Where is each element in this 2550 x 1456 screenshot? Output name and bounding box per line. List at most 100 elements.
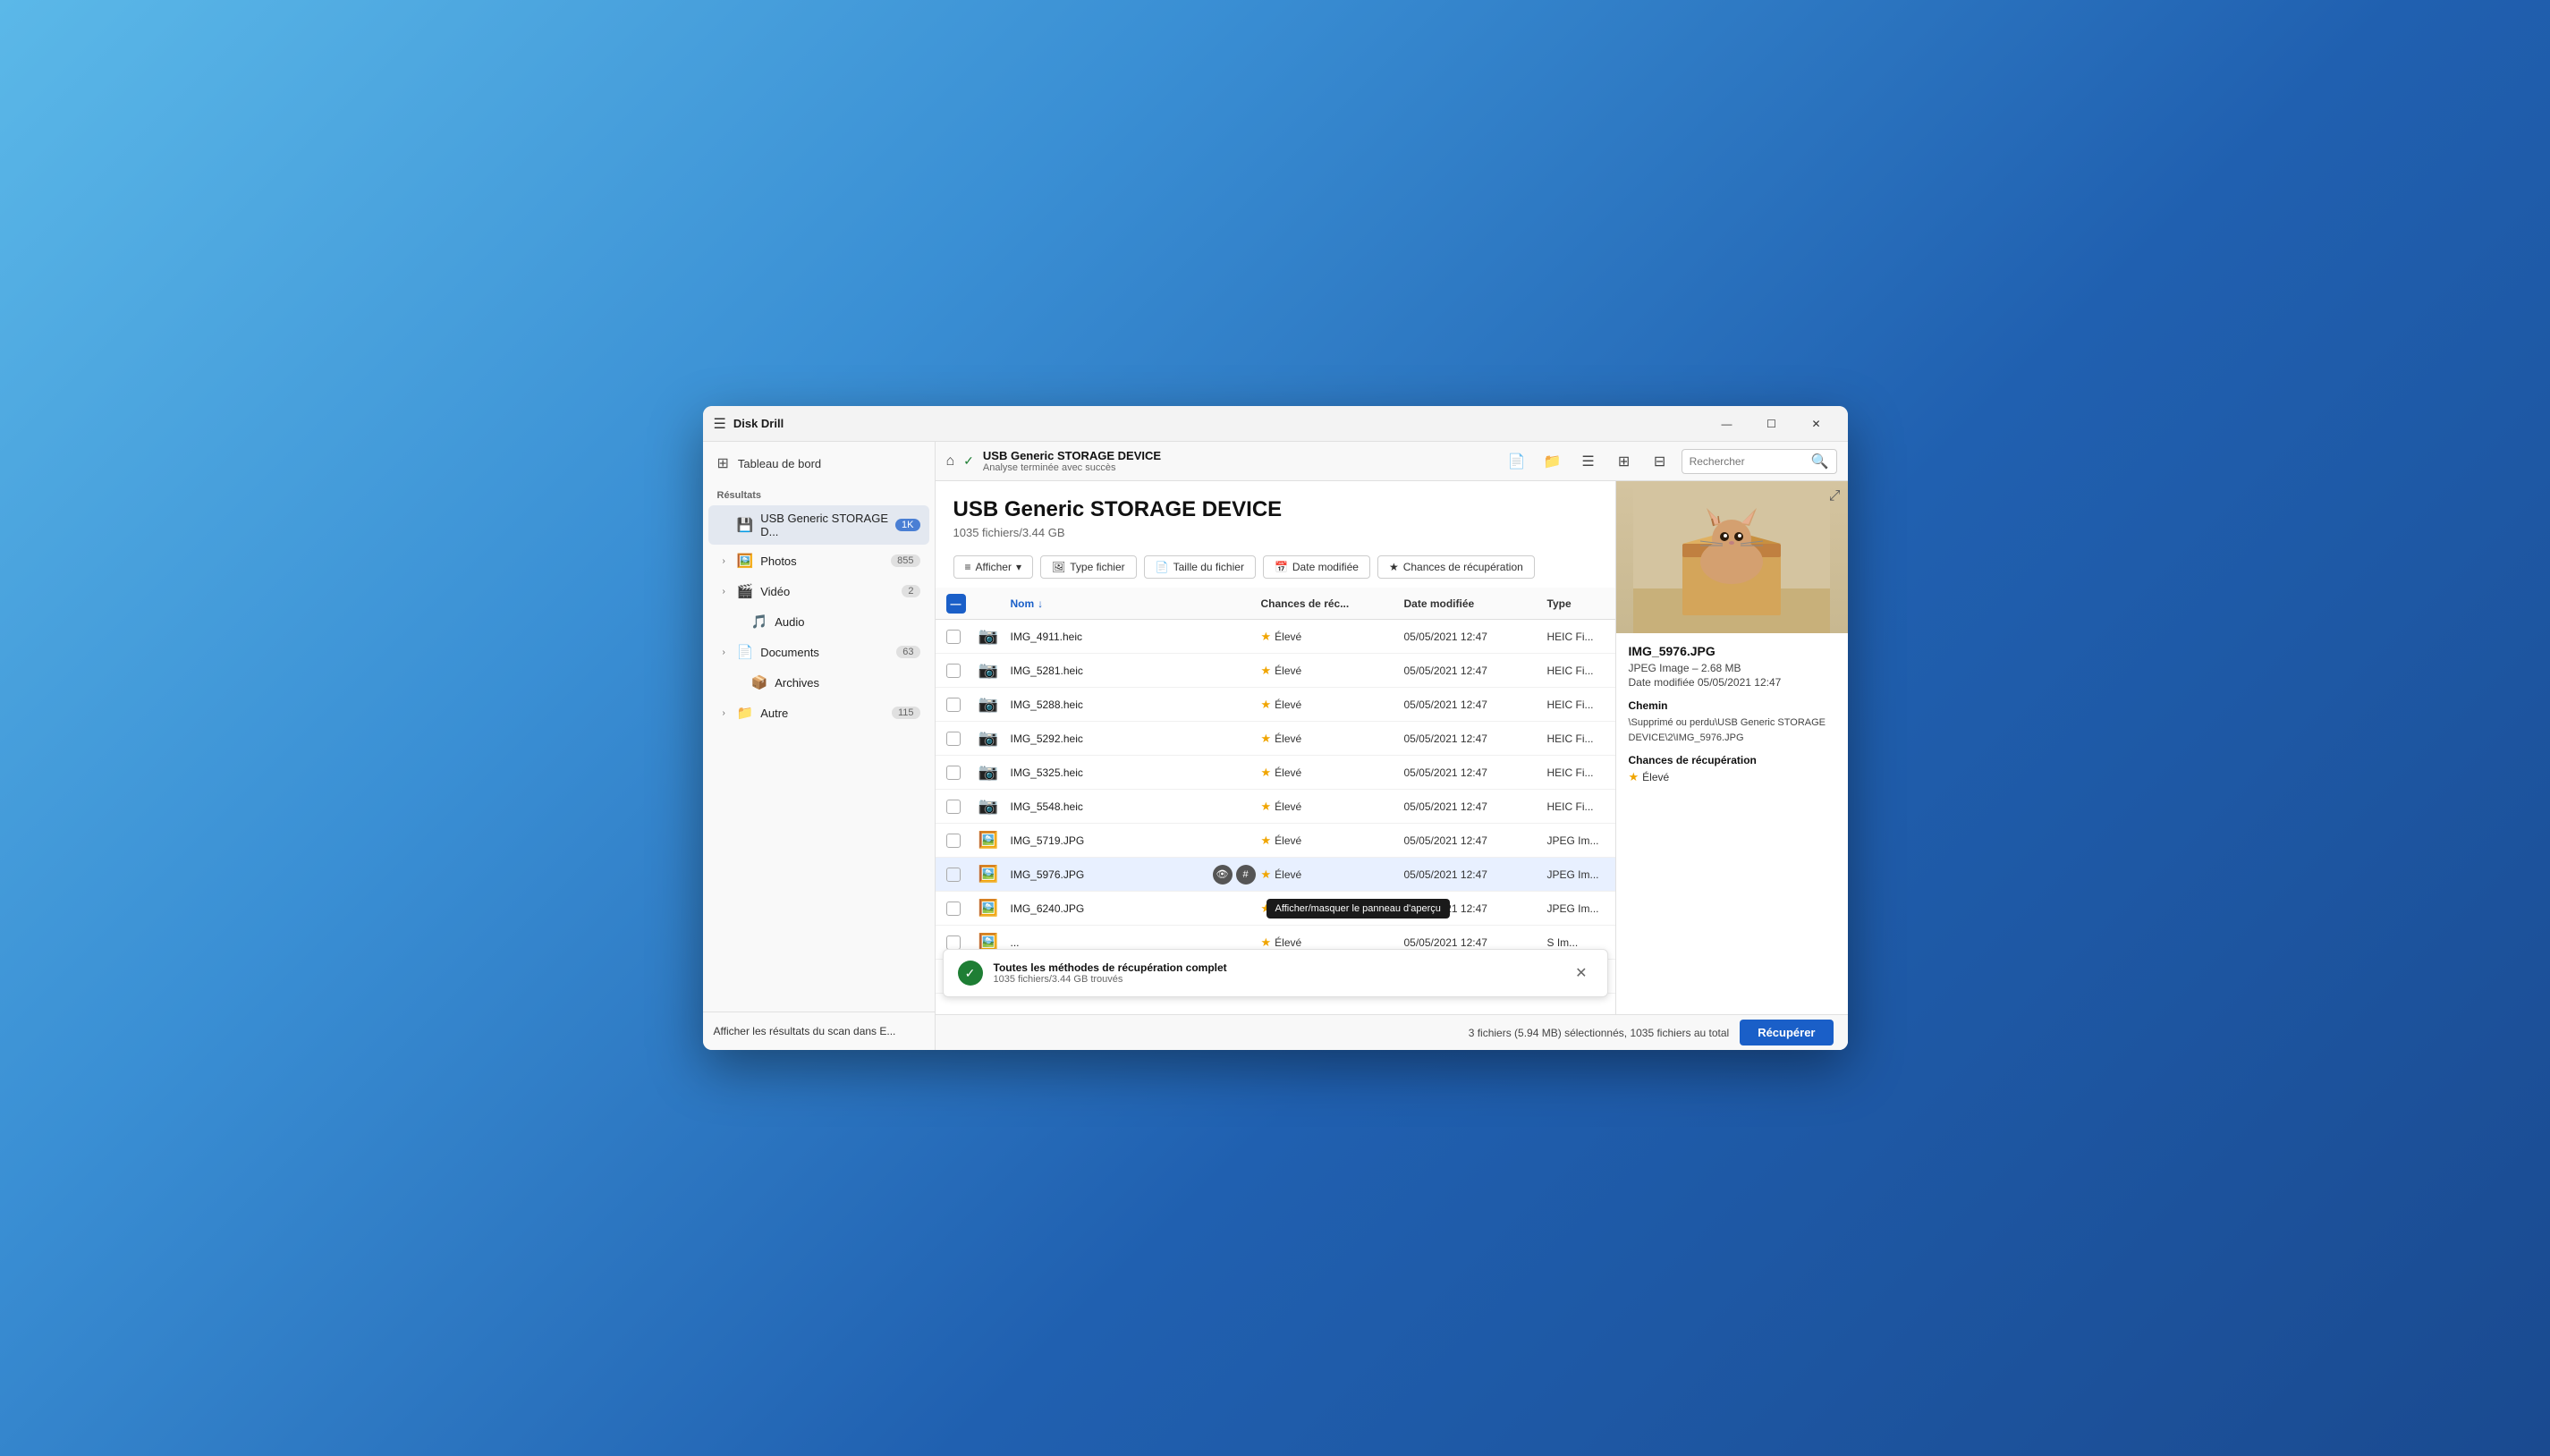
- list-view-button[interactable]: ☰: [1574, 448, 1603, 475]
- expand-arrow-icon: ›: [723, 708, 733, 718]
- preview-filetype: JPEG Image – 2.68 MB: [1629, 662, 1835, 674]
- date-cell: 05/05/2021 12:47: [1404, 902, 1547, 915]
- type-fichier-button[interactable]: 🖼 Type fichier: [1040, 555, 1137, 579]
- taille-fichier-label: Taille du fichier: [1173, 561, 1244, 573]
- sidebar-item-usb[interactable]: 💾 USB Generic STORAGE D... 1K: [708, 505, 929, 545]
- main-layout: ⊞ Tableau de bord Résultats 💾 USB Generi…: [703, 442, 1848, 1050]
- expand-preview-button[interactable]: ⤢: [1829, 488, 1841, 504]
- table-row[interactable]: 🖼️ IMG_5719.JPG ★Élevé 05/05/2021 12:47 …: [936, 824, 1615, 858]
- row-checkbox[interactable]: [946, 935, 961, 950]
- table-row[interactable]: 📷 IMG_5281.heic ★Élevé 05/05/2021 12:47 …: [936, 654, 1615, 688]
- date-cell: 05/05/2021 12:47: [1404, 698, 1547, 711]
- table-row[interactable]: 🖼️ IMG_6240.JPG ★Élevé 05/05/2021 12:47 …: [936, 892, 1615, 926]
- file-type-icon: 📷: [978, 627, 1011, 646]
- date-modifiee-label: Date modifiée: [1292, 561, 1359, 573]
- preview-chemin-value: \Supprimé ou perdu\USB Generic STORAGE D…: [1629, 715, 1835, 745]
- file-type-icon: 📷: [978, 797, 1011, 816]
- sidebar-item-label: Vidéo: [760, 585, 902, 598]
- recovery-text: Élevé: [1642, 771, 1669, 783]
- type-cell: HEIC Fi...: [1547, 732, 1615, 745]
- main-window: ☰ Disk Drill — ☐ ✕ ⊞ Tableau de bord Rés…: [703, 406, 1848, 1050]
- autre-count-badge: 115: [892, 707, 920, 719]
- row-checkbox[interactable]: [946, 664, 961, 678]
- table-row-selected[interactable]: 🖼️ IMG_5976.JPG 👁 # Afficher/masquer le …: [936, 858, 1615, 892]
- chances-recuperation-button[interactable]: ★ Chances de récupération: [1377, 555, 1535, 579]
- sidebar-item-label: Archives: [775, 676, 919, 690]
- star-icon: ★: [1261, 834, 1272, 848]
- file-name: IMG_4911.heic: [1011, 631, 1261, 643]
- th-recovery[interactable]: Chances de réc...: [1261, 597, 1404, 610]
- minimize-button[interactable]: —: [1707, 410, 1748, 438]
- table-row[interactable]: 📷 IMG_5548.heic ★Élevé 05/05/2021 12:47 …: [936, 790, 1615, 824]
- th-type-label: Type: [1547, 597, 1572, 610]
- date-modifiee-button[interactable]: 📅 Date modifiée: [1263, 555, 1370, 579]
- select-all-checkbox[interactable]: [946, 594, 978, 614]
- preview-image: [1616, 481, 1848, 633]
- sidebar-footer: Afficher les résultats du scan dans E...: [703, 1012, 935, 1050]
- file-name: IMG_5281.heic: [1011, 665, 1261, 677]
- file-type-icon: 📷: [978, 763, 1011, 782]
- search-input[interactable]: [1690, 455, 1806, 468]
- type-fichier-label: Type fichier: [1070, 561, 1124, 573]
- hamburger-icon[interactable]: ☰: [714, 415, 726, 433]
- recovery-chance: ★Élevé: [1261, 698, 1404, 712]
- type-cell: JPEG Im...: [1547, 834, 1615, 847]
- new-file-button[interactable]: 📄: [1503, 448, 1531, 475]
- recover-button[interactable]: Récupérer: [1740, 1020, 1833, 1045]
- sidebar-item-autre[interactable]: › 📁 Autre 115: [708, 698, 929, 727]
- content-header: ⌂ ✓ USB Generic STORAGE DEVICE Analyse t…: [936, 442, 1848, 481]
- grid-icon: ⊞: [717, 454, 729, 472]
- notification-close-button[interactable]: ✕: [1570, 962, 1592, 984]
- th-date[interactable]: Date modifiée: [1404, 597, 1547, 610]
- split-view-button[interactable]: ⊟: [1646, 448, 1674, 475]
- row-checkbox[interactable]: [946, 766, 961, 780]
- expand-arrow-icon: ›: [723, 648, 733, 657]
- sidebar-item-video[interactable]: › 🎬 Vidéo 2: [708, 577, 929, 605]
- table-row[interactable]: 📷 IMG_5292.heic ★Élevé 05/05/2021 12:47 …: [936, 722, 1615, 756]
- sidebar-item-documents[interactable]: › 📄 Documents 63: [708, 638, 929, 666]
- home-button[interactable]: ⌂: [946, 453, 955, 470]
- star-icon: ★: [1261, 935, 1272, 950]
- th-name-label: Nom: [1011, 597, 1035, 610]
- type-cell: HEIC Fi...: [1547, 800, 1615, 813]
- table-header: Nom ↓ Chances de réc... Date modifiée Ty…: [936, 588, 1615, 620]
- recovery-chance: ★Élevé: [1261, 902, 1404, 916]
- show-in-explorer-button[interactable]: Afficher les résultats du scan dans E...: [714, 1021, 924, 1041]
- file-table-container: Nom ↓ Chances de réc... Date modifiée Ty…: [936, 588, 1615, 1014]
- row-checkbox[interactable]: [946, 732, 961, 746]
- row-checkbox[interactable]: [946, 868, 961, 882]
- preview-date: Date modifiée 05/05/2021 12:47: [1629, 676, 1835, 689]
- sidebar-item-photos[interactable]: › 🖼️ Photos 855: [708, 546, 929, 575]
- sidebar-item-audio[interactable]: 🎵 Audio: [708, 607, 929, 636]
- type-cell: JPEG Im...: [1547, 868, 1615, 881]
- preview-toggle-button[interactable]: 👁: [1213, 865, 1233, 885]
- afficher-label: Afficher: [976, 561, 1012, 573]
- close-button[interactable]: ✕: [1796, 410, 1837, 438]
- folder-button[interactable]: 📁: [1538, 448, 1567, 475]
- expand-arrow-icon: ›: [723, 556, 733, 566]
- hash-button[interactable]: #: [1236, 865, 1256, 885]
- th-type[interactable]: Type: [1547, 597, 1615, 610]
- documents-icon: 📄: [737, 644, 754, 660]
- row-checkbox[interactable]: [946, 902, 961, 916]
- afficher-filter-button[interactable]: ≡ Afficher ▾: [953, 555, 1034, 579]
- device-info: USB Generic STORAGE DEVICE Analyse termi…: [983, 449, 1494, 473]
- sidebar-item-archives[interactable]: 📦 Archives: [708, 668, 929, 697]
- maximize-button[interactable]: ☐: [1751, 410, 1792, 438]
- type-cell: S Im...: [1547, 936, 1615, 949]
- taille-fichier-button[interactable]: 📄 Taille du fichier: [1144, 555, 1256, 579]
- dashboard-nav-item[interactable]: ⊞ Tableau de bord: [703, 442, 935, 485]
- grid-view-button[interactable]: ⊞: [1610, 448, 1639, 475]
- row-checkbox[interactable]: [946, 630, 961, 644]
- row-checkbox[interactable]: [946, 698, 961, 712]
- table-row[interactable]: 📷 IMG_4911.heic ★Élevé 05/05/2021 12:47 …: [936, 620, 1615, 654]
- row-checkbox[interactable]: [946, 800, 961, 814]
- table-row[interactable]: 📷 IMG_5325.heic ★Élevé 05/05/2021 12:47 …: [936, 756, 1615, 790]
- image-icon: 🖼: [1052, 561, 1065, 573]
- notification-title: Toutes les méthodes de récupération comp…: [994, 961, 1560, 974]
- type-cell: HEIC Fi...: [1547, 631, 1615, 643]
- th-name[interactable]: Nom ↓: [1011, 597, 1261, 610]
- row-checkbox[interactable]: [946, 834, 961, 848]
- date-cell: 05/05/2021 12:47: [1404, 631, 1547, 643]
- table-row[interactable]: 📷 IMG_5288.heic ★Élevé 05/05/2021 12:47 …: [936, 688, 1615, 722]
